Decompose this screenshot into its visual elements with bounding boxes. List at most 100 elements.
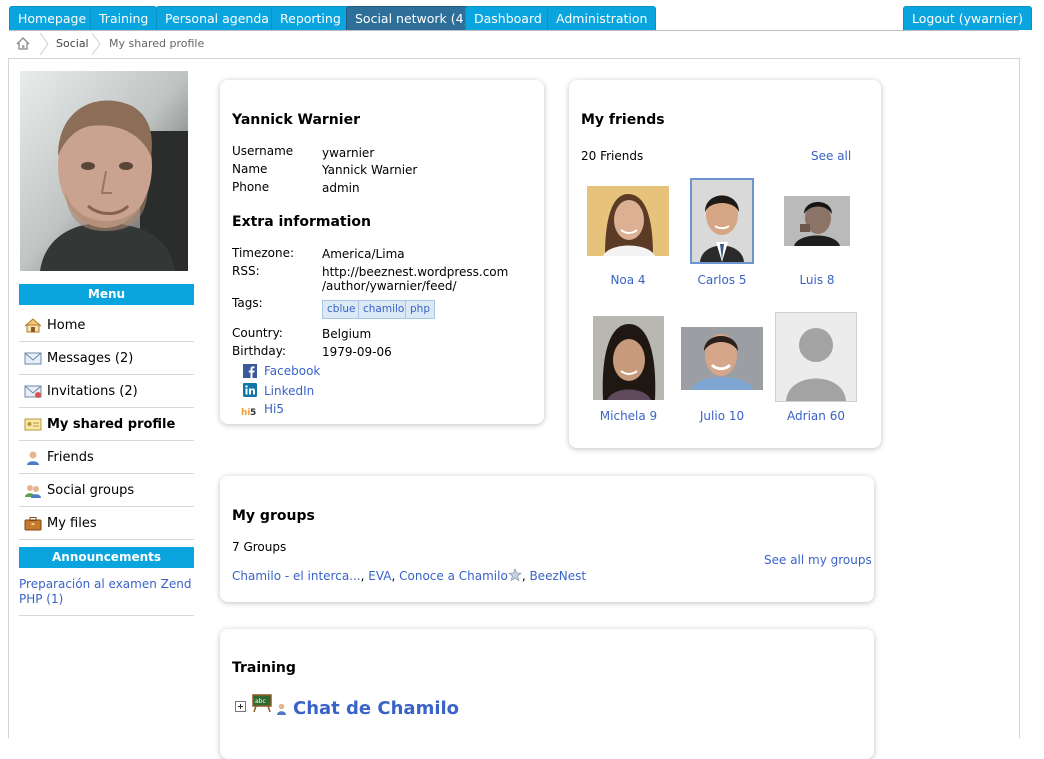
birthday-value: 1979-09-06 <box>322 345 392 359</box>
hi5-link[interactable]: Hi5 <box>264 402 284 416</box>
sidebar-item-home[interactable]: Home <box>19 309 194 342</box>
friend-avatar <box>587 186 669 256</box>
tag-chamilo[interactable]: chamilo <box>358 300 410 319</box>
friend-avatar <box>681 327 763 390</box>
training-card: Training abc Chat de Chamilo <box>220 629 874 759</box>
group-link[interactable]: Conoce a Chamilo <box>399 569 508 583</box>
home-icon[interactable] <box>15 36 31 58</box>
tab-social-network[interactable]: Social network (4) <box>346 6 478 30</box>
friend-item[interactable]: Noa 4 <box>587 186 669 287</box>
see-all-friends-link[interactable]: See all <box>811 149 851 163</box>
field-value: Yannick Warnier <box>322 163 418 177</box>
country-label: Country: <box>232 326 283 340</box>
main-nav-tabs: Homepage Training Personal agenda Report… <box>9 6 1032 30</box>
profile-avatar <box>20 71 188 271</box>
sidebar-item-social-groups[interactable]: Social groups <box>19 474 194 507</box>
field-value: ywarnier <box>322 146 375 160</box>
friend-name[interactable]: Adrian 60 <box>775 409 857 423</box>
course-icon: abc <box>252 694 272 713</box>
friend-item[interactable]: Michela 9 <box>593 316 664 423</box>
user-status-icon <box>277 703 286 715</box>
expand-icon[interactable] <box>235 701 246 712</box>
tab-reporting[interactable]: Reporting <box>271 6 350 30</box>
friends-count: 20 Friends <box>581 149 644 163</box>
profile-name: Yannick Warnier <box>232 112 360 128</box>
linkedin-icon <box>243 383 257 397</box>
tag-cblue[interactable]: cblue <box>322 300 361 319</box>
facebook-icon <box>243 364 257 378</box>
svg-text:5: 5 <box>250 408 256 417</box>
menu-header: Menu <box>19 284 194 305</box>
tab-homepage[interactable]: Homepage <box>9 6 96 30</box>
friend-name[interactable]: Noa 4 <box>587 273 669 287</box>
sidebar-item-friends[interactable]: Friends <box>19 441 194 474</box>
friend-name[interactable]: Luis 8 <box>784 273 850 287</box>
extra-information-title: Extra information <box>232 214 372 230</box>
tag-php[interactable]: php <box>405 300 435 319</box>
sidebar-item-label: My shared profile <box>47 417 176 432</box>
country-value: Belgium <box>322 327 372 341</box>
linkedin-link[interactable]: LinkedIn <box>264 384 314 398</box>
hi5-icon: hi 5 <box>241 405 259 417</box>
briefcase-icon <box>24 517 42 531</box>
sidebar-item-my-files[interactable]: My files <box>19 507 194 540</box>
group-link[interactable]: BeezNest <box>529 569 586 583</box>
friend-item[interactable]: Julio 10 <box>681 327 763 423</box>
friend-avatar <box>784 196 850 246</box>
sidebar-item-label: Friends <box>47 450 94 465</box>
tab-training[interactable]: Training <box>90 6 158 30</box>
breadcrumb-social[interactable]: Social <box>56 33 89 55</box>
friend-avatar <box>593 316 664 400</box>
birthday-label: Birthday: <box>232 344 287 358</box>
rss-label: RSS: <box>232 264 260 278</box>
friend-item[interactable]: Carlos 5 <box>690 178 754 287</box>
user-icon <box>27 451 39 465</box>
see-all-groups-link[interactable]: See all my groups <box>764 553 872 567</box>
tab-personal-agenda[interactable]: Personal agenda <box>156 6 278 30</box>
friends-card: My friends 20 Friends See all Noa 4 Carl… <box>569 80 881 448</box>
friend-item[interactable]: Adrian 60 <box>775 312 857 423</box>
groups-count: 7 Groups <box>232 540 287 554</box>
announcement-link[interactable]: Preparación al examen Zend PHP (1) <box>19 577 194 616</box>
timezone-label: Timezone: <box>232 246 295 260</box>
friend-name[interactable]: Michela 9 <box>593 409 664 423</box>
group-link[interactable]: Chamilo - el interca... <box>232 569 361 583</box>
announcements-header: Announcements <box>19 547 194 568</box>
friend-name[interactable]: Julio 10 <box>681 409 763 423</box>
group-icon <box>25 485 41 498</box>
tab-dashboard[interactable]: Dashboard <box>465 6 551 30</box>
timezone-value: America/Lima <box>322 247 405 261</box>
groups-title: My groups <box>232 508 315 524</box>
group-link[interactable]: EVA <box>368 569 391 583</box>
home-icon <box>24 318 42 333</box>
profile-card: Yannick Warnier Username ywarnier Name Y… <box>220 80 544 424</box>
field-label: Username <box>232 144 294 158</box>
sidebar-item-label: Social groups <box>47 483 135 498</box>
group-admin-star-icon <box>507 567 522 582</box>
tab-administration[interactable]: Administration <box>547 6 657 30</box>
facebook-link[interactable]: Facebook <box>264 364 320 378</box>
group-separator: , <box>391 569 400 583</box>
sidebar-item-label: Invitations (2) <box>47 384 138 399</box>
invitation-icon <box>24 385 42 398</box>
friend-item[interactable]: Luis 8 <box>784 196 850 287</box>
training-title: Training <box>232 660 296 676</box>
logout-tab[interactable]: Logout (ywarnier) <box>903 6 1032 30</box>
course-link[interactable]: Chat de Chamilo <box>293 698 459 719</box>
field-label: Phone <box>232 180 270 194</box>
field-value: admin <box>322 181 360 195</box>
svg-text:abc: abc <box>255 698 266 705</box>
friend-avatar <box>690 178 754 264</box>
sidebar-item-label: Home <box>47 318 86 333</box>
sidebar-item-invitations[interactable]: Invitations (2) <box>19 375 194 408</box>
sidebar-item-messages[interactable]: Messages (2) <box>19 342 194 375</box>
breadcrumb-current: My shared profile <box>109 37 205 50</box>
field-label: Name <box>232 162 268 176</box>
profile-card-icon <box>24 418 42 431</box>
groups-list: Chamilo - el interca..., EVA, Conoce a C… <box>232 567 586 583</box>
breadcrumb: Social My shared profile <box>9 33 1019 55</box>
tabs-divider <box>9 30 1019 31</box>
friend-name[interactable]: Carlos 5 <box>690 273 754 287</box>
envelope-icon <box>24 352 42 365</box>
sidebar-item-my-shared-profile[interactable]: My shared profile <box>19 408 194 441</box>
